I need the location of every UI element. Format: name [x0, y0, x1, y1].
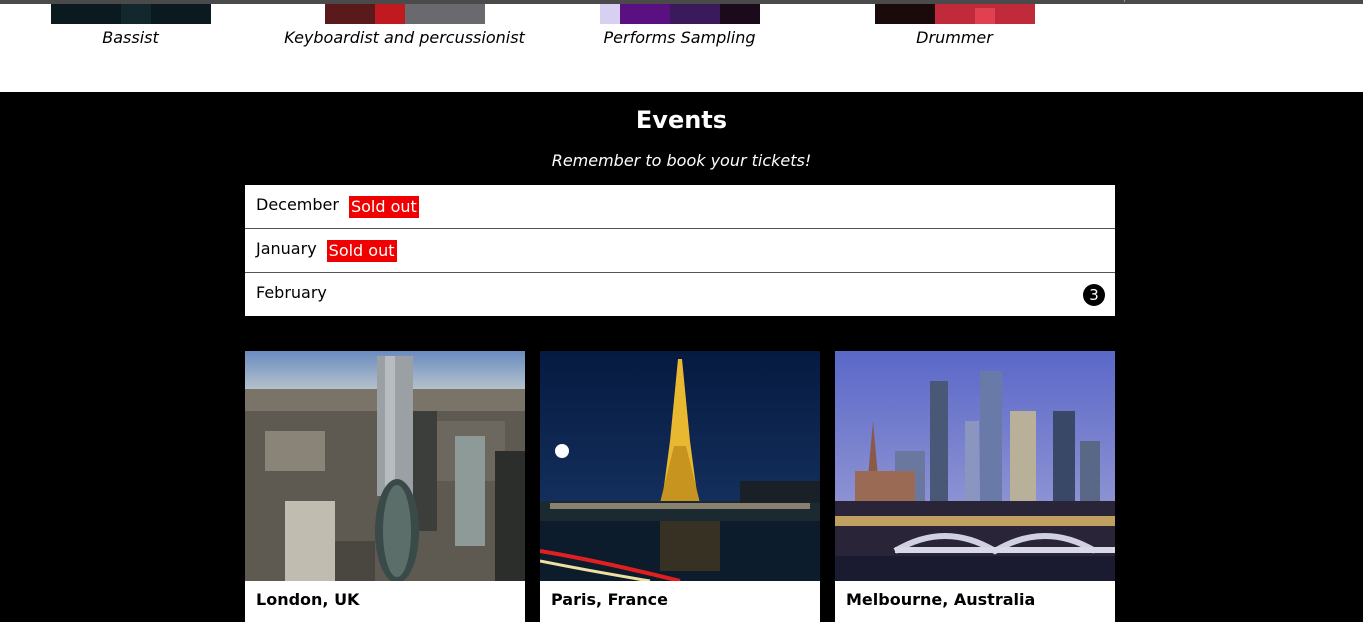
band-section: Bassist Keyboardist and percussionist Pe… — [0, 4, 1363, 92]
month-name: December — [256, 195, 339, 214]
city-name: London, UK — [256, 590, 360, 609]
member-role: Drummer — [916, 28, 993, 47]
member-role: Bassist — [102, 28, 159, 47]
month-name: February — [256, 283, 327, 302]
month-name: January — [256, 239, 317, 258]
city-name: Melbourne, Australia — [846, 590, 1036, 609]
city-card-london[interactable]: London, UK — [245, 351, 525, 622]
sold-out-badge: Sold out — [348, 195, 419, 218]
melbourne-skyline-image — [835, 351, 1115, 581]
month-row-december[interactable]: December Sold out — [245, 185, 1115, 229]
month-row-january[interactable]: January Sold out — [245, 229, 1115, 273]
bassist-photo — [50, 4, 211, 24]
events-section: Events Remember to book your tickets! De… — [0, 92, 1363, 622]
member-role: Performs Sampling — [603, 28, 756, 47]
month-row-february[interactable]: February 3 — [245, 273, 1115, 316]
city-card-melbourne[interactable]: Melbourne, Australia — [835, 351, 1115, 622]
keyboardist-photo — [324, 4, 485, 24]
paris-eiffel-image — [540, 351, 820, 581]
drummer-photo — [874, 4, 1035, 24]
ticket-count-badge: 3 — [1083, 284, 1105, 306]
city-name: Paris, France — [551, 590, 668, 609]
sampler-photo — [599, 4, 760, 24]
top-edge-tick — [1124, 0, 1125, 2]
events-title: Events — [635, 106, 728, 134]
member-role: Keyboardist and percussionist — [284, 28, 525, 47]
city-card-paris[interactable]: Paris, France — [540, 351, 820, 622]
events-subtitle: Remember to book your tickets! — [551, 151, 812, 170]
london-skyline-image — [245, 351, 525, 581]
sold-out-badge: Sold out — [326, 239, 397, 262]
event-month-list: December Sold out January Sold out Febru… — [245, 185, 1115, 316]
